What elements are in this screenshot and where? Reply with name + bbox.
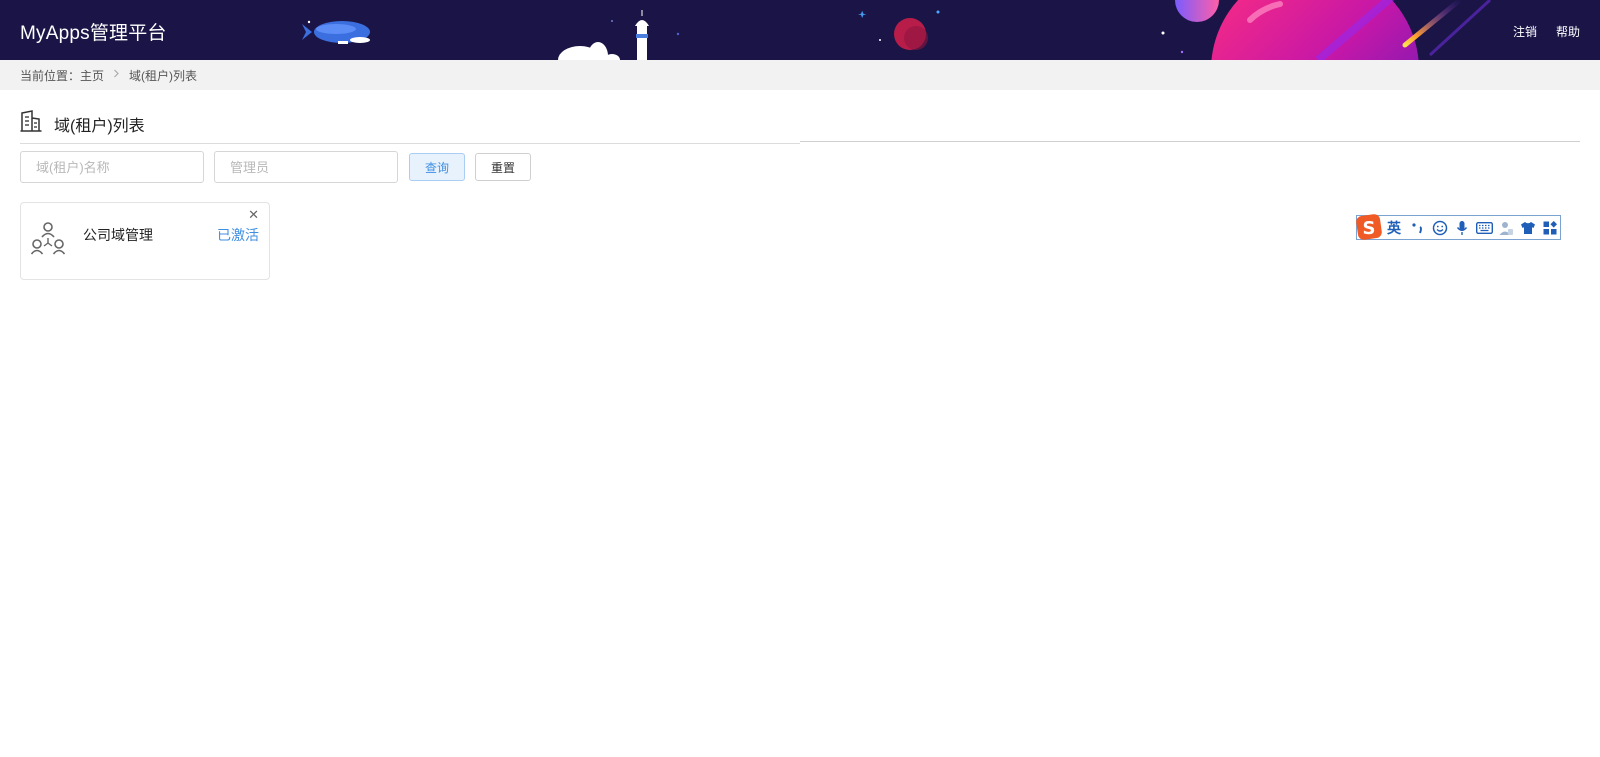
admin-input[interactable]	[214, 151, 398, 183]
breadcrumb-home-link[interactable]: 主页	[80, 67, 104, 84]
logout-link[interactable]: 注销	[1513, 23, 1537, 40]
breadcrumb-prefix: 当前位置：	[20, 68, 81, 83]
title-divider-right	[800, 141, 1580, 142]
app-brand: MyApps管理平台	[20, 23, 167, 44]
help-link[interactable]: 帮助	[1556, 23, 1580, 40]
keyboard-icon[interactable]	[1475, 219, 1493, 237]
page-title-text: 域(租户)列表	[54, 117, 145, 135]
search-form: 查询 重置	[20, 151, 532, 183]
breadcrumb: 当前位置： 主页 域(租户)列表	[0, 60, 1600, 90]
users-network-icon	[30, 221, 66, 260]
svg-text:S: S	[1363, 218, 1376, 239]
ime-language-toggle[interactable]: 英	[1387, 218, 1401, 238]
punctuation-icon[interactable]	[1409, 219, 1427, 237]
reset-button[interactable]: 重置	[475, 153, 532, 181]
breadcrumb-current: 域(租户)列表	[129, 68, 198, 83]
skin-icon[interactable]	[1519, 219, 1537, 237]
header-space-illustration	[302, 0, 1492, 60]
ime-toolbar: S 英	[1354, 212, 1561, 242]
domain-card-title[interactable]: 公司域管理	[83, 225, 153, 245]
title-divider	[20, 143, 800, 144]
status-badge: 已激活	[217, 227, 259, 243]
top-header: MyApps管理平台 注销 帮助	[0, 0, 1600, 60]
chevron-right-icon	[113, 69, 120, 81]
microphone-icon[interactable]	[1453, 219, 1471, 237]
emoji-icon[interactable]	[1431, 219, 1449, 237]
ime-items: 英	[1387, 216, 1559, 239]
header-links: 注销 帮助	[1513, 23, 1580, 40]
sogou-logo-icon[interactable]: S	[1354, 212, 1384, 242]
page-title: 域(租户)列表	[20, 110, 145, 137]
user-icon[interactable]	[1497, 219, 1515, 237]
domain-name-input[interactable]	[20, 151, 204, 183]
domain-card[interactable]: ✕ 公司域管理 已激活	[20, 202, 270, 280]
grid-menu-icon[interactable]	[1541, 219, 1559, 237]
close-icon[interactable]: ✕	[248, 208, 259, 221]
building-icon	[20, 110, 42, 137]
query-button[interactable]: 查询	[409, 153, 466, 181]
